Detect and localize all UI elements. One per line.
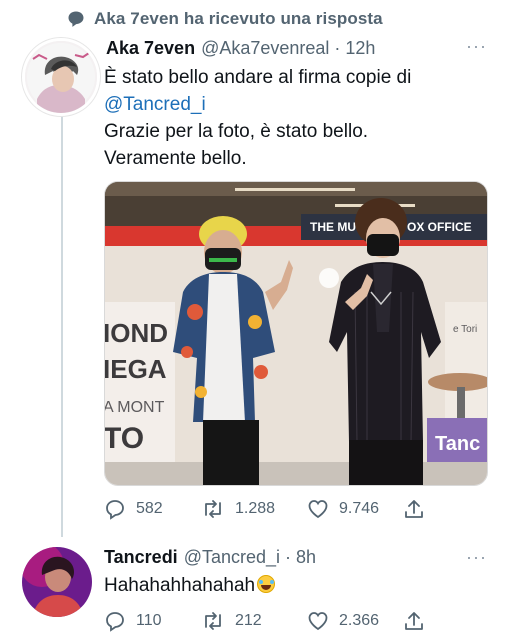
- retweet-button[interactable]: 212: [201, 610, 307, 632]
- reply-actions: 110 212 2.366: [104, 610, 425, 632]
- retweet-count: 1.288: [235, 500, 276, 517]
- share-button[interactable]: [403, 498, 425, 520]
- tweet-photo[interactable]: THE MU OX OFFICE IOND IEGA A MONT TO e T…: [104, 181, 488, 486]
- reply-icon: [106, 612, 124, 632]
- share-icon: [405, 612, 423, 630]
- photo-sign-text: IEGA: [105, 354, 167, 384]
- like-button[interactable]: 9.746: [307, 498, 403, 520]
- more-options-icon[interactable]: ···: [466, 36, 487, 57]
- reply-author-name[interactable]: Tancredi: [104, 547, 178, 568]
- reply-author-avatar[interactable]: [22, 547, 92, 617]
- share-button[interactable]: [403, 610, 425, 632]
- reply-count: 582: [136, 500, 163, 517]
- retweet-icon: [205, 612, 221, 630]
- heart-icon: [308, 612, 328, 631]
- photo-sign-text: TO: [105, 422, 144, 455]
- photo-sign-text: e Tori: [453, 324, 477, 335]
- laughing-emoji-icon: [257, 575, 276, 593]
- tweet-text-line: Veramente bello.: [104, 148, 247, 169]
- speech-bubble-icon: [66, 9, 86, 29]
- photo-boxoffice-text: OX OFFICE: [407, 220, 472, 234]
- photo-sign-text: IOND: [105, 318, 168, 348]
- more-options-icon[interactable]: ···: [466, 547, 487, 568]
- reply-author-handle-time[interactable]: @Tancred_i · 8h: [184, 547, 316, 568]
- reply-icon: [106, 500, 124, 520]
- share-icon: [405, 500, 423, 518]
- author-name[interactable]: Aka 7even: [106, 38, 195, 59]
- reply-context: Aka 7even ha ricevuto una risposta: [66, 8, 383, 30]
- like-button[interactable]: 2.366: [307, 610, 403, 632]
- photo-sign-text: A MONT: [105, 399, 165, 416]
- like-count: 2.366: [339, 612, 380, 629]
- tweet-header: Aka 7even @Aka7evenreal · 12h: [106, 38, 375, 59]
- retweet-button[interactable]: 1.288: [201, 498, 307, 520]
- reply-header: Tancredi @Tancred_i · 8h: [104, 547, 316, 568]
- mention-link[interactable]: @Tancred_i: [104, 91, 494, 118]
- reply-context-text: Aka 7even ha ricevuto una risposta: [94, 9, 383, 28]
- reply-count: 110: [136, 612, 162, 629]
- tweet-text-line: Grazie per la foto, è stato bello.: [104, 121, 369, 142]
- retweet-icon: [205, 500, 221, 518]
- like-count: 9.746: [339, 500, 380, 517]
- tweet-text: È stato bello andare al firma copie di @…: [104, 64, 494, 172]
- thread-line: [61, 112, 63, 537]
- tweet-actions: 582 1.288 9.746: [104, 498, 425, 520]
- author-avatar[interactable]: [22, 38, 100, 116]
- reply-button[interactable]: 582: [104, 498, 201, 520]
- reply-button[interactable]: 110: [104, 610, 201, 632]
- tweet-text-line: È stato bello andare al firma copie di: [104, 67, 412, 88]
- photo-sign-text: Tanc: [435, 433, 480, 455]
- heart-icon: [308, 500, 328, 519]
- author-handle-time[interactable]: @Aka7evenreal · 12h: [201, 38, 375, 59]
- photo-banner-text: THE MU: [310, 220, 356, 234]
- reply-text: Hahahahhahahah: [104, 572, 276, 599]
- retweet-count: 212: [235, 612, 262, 629]
- reply-text-content: Hahahahhahahah: [104, 575, 256, 596]
